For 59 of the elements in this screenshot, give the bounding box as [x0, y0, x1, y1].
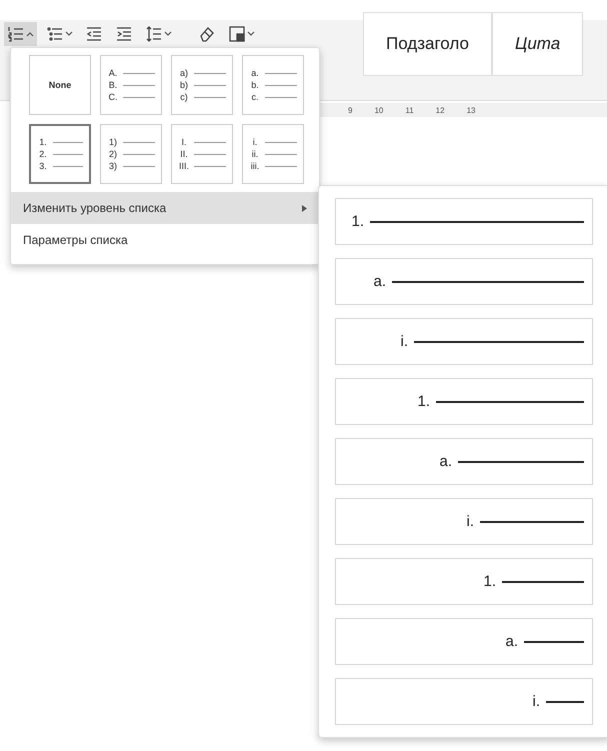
list-marker: iii. — [250, 161, 260, 171]
list-level-option[interactable]: 1. — [335, 198, 593, 245]
caret-icon — [164, 31, 172, 37]
list-marker: II. — [179, 149, 189, 159]
bullet-list-icon — [46, 25, 64, 43]
list-marker: b) — [178, 80, 189, 90]
list-level-option[interactable]: i. — [335, 498, 593, 545]
list-marker: i. — [252, 137, 258, 147]
ruler-number: 11 — [405, 106, 414, 114]
caret-icon — [65, 31, 73, 37]
increase-indent-icon — [115, 25, 133, 43]
shading-icon — [228, 25, 246, 43]
list-level-option[interactable]: 1. — [335, 558, 593, 605]
list-marker: 3. — [38, 161, 48, 171]
numbered-list-button[interactable] — [4, 22, 37, 46]
list-marker: B. — [108, 80, 118, 90]
list-style-tile[interactable]: a) b) c) — [171, 55, 233, 115]
decrease-indent-icon — [85, 25, 103, 43]
list-marker: 2. — [38, 149, 48, 159]
list-marker: c. — [250, 92, 260, 102]
list-marker: 1) — [108, 137, 118, 147]
list-level-option[interactable]: i. — [335, 318, 593, 365]
list-level-option[interactable]: a. — [335, 258, 593, 305]
list-marker: 3) — [108, 161, 118, 171]
list-style-tile[interactable]: 1. 2. 3. — [29, 124, 91, 184]
list-marker: a. — [250, 68, 260, 78]
eraser-icon — [198, 25, 216, 43]
list-marker: 2) — [108, 149, 118, 159]
list-marker: c) — [179, 92, 189, 102]
numbered-list-icon — [7, 25, 25, 43]
ruler-number: 13 — [466, 106, 476, 114]
list-style-tile[interactable]: i. ii. iii. — [242, 124, 304, 184]
menu-item[interactable]: Изменить уровень списка — [11, 192, 319, 224]
menu-item[interactable]: Параметры списка — [11, 224, 319, 256]
line-spacing-icon — [145, 25, 163, 43]
list-marker: A. — [108, 68, 118, 78]
list-style-tile[interactable]: None — [29, 55, 91, 115]
list-level-option[interactable]: a. — [335, 618, 593, 665]
list-level-option[interactable]: a. — [335, 438, 593, 485]
caret-icon — [247, 31, 255, 37]
list-style-tile[interactable]: 1) 2) 3) — [100, 124, 162, 184]
list-marker: III. — [178, 161, 190, 171]
list-style-tile[interactable]: a. b. c. — [242, 55, 304, 115]
list-marker: 1. — [38, 137, 48, 147]
list-style-tile[interactable]: I. II. III. — [171, 124, 233, 184]
list-level-option[interactable]: i. — [335, 678, 593, 725]
list-marker: I. — [180, 137, 188, 147]
list-marker: ii. — [250, 149, 260, 159]
list-marker: C. — [108, 92, 118, 102]
ruler-number: 10 — [374, 106, 384, 114]
list-marker: b. — [250, 80, 260, 90]
ruler-number: 9 — [348, 106, 352, 114]
list-level-option[interactable]: 1. — [335, 378, 593, 425]
style-preset[interactable]: Подзаголо — [363, 12, 492, 76]
list-style-tile[interactable]: A. B. C. — [100, 55, 162, 115]
list-marker: a) — [178, 68, 189, 78]
caret-icon — [26, 31, 34, 37]
ruler-number: 12 — [436, 106, 445, 114]
style-preset[interactable]: Цита — [492, 12, 584, 76]
